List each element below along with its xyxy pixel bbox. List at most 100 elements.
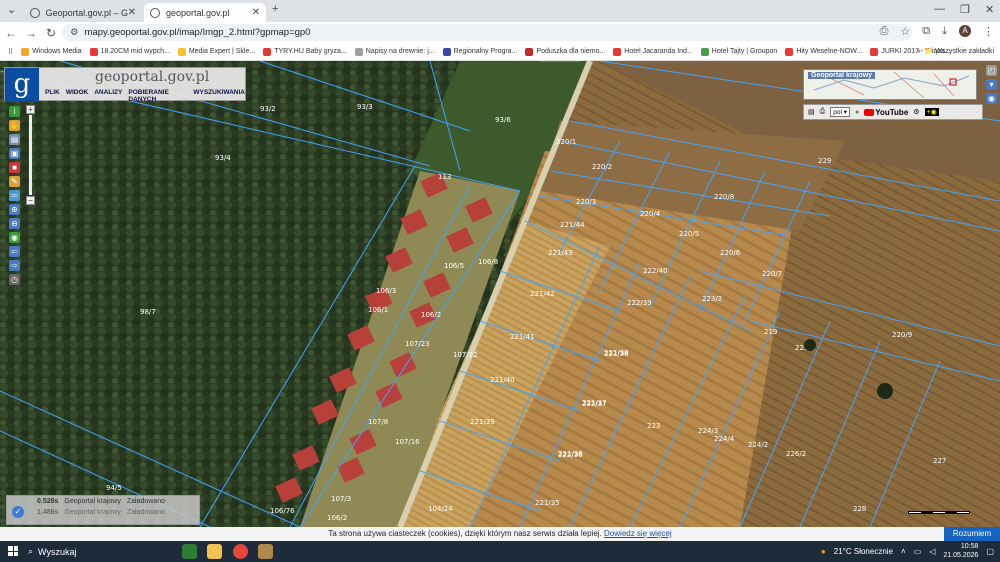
excel-app-icon[interactable] (182, 544, 197, 559)
parcel-label: 93/3 (357, 103, 373, 111)
bookmark-label: Windows Media (32, 48, 82, 55)
tab-geoportal[interactable]: geoportal.gov.pl ✕ (144, 3, 266, 22)
parcel-label: 227 (933, 457, 946, 465)
orthophoto-map[interactable]: 93/2 93/3 93/6 93/4 220/1 220/2 220/3 22… (0, 61, 1000, 527)
geoportal-header: g geoportal.gov.pl PLIK WIDOK ANALIZY PO… (4, 67, 246, 103)
bookmark-5[interactable]: Regionalny Progra... (442, 47, 517, 56)
info-icon[interactable]: i (9, 106, 20, 117)
bookmark-6[interactable]: Poduszka dla niemo... (525, 47, 605, 56)
clock-icon[interactable]: ◷ (9, 274, 20, 285)
close-tab-icon[interactable]: ✕ (252, 7, 260, 18)
forward-icon[interactable]: → (22, 26, 40, 40)
menu-pobieranie-danych[interactable]: POBIERANIE DANYCH (128, 89, 187, 103)
help-icon[interactable]: ● (855, 109, 859, 116)
youtube-link[interactable]: YouTube (864, 108, 908, 117)
profile-avatar[interactable]: A (959, 25, 971, 37)
restore-icon[interactable]: ❐ (960, 3, 970, 16)
close-tab-icon[interactable]: ✕ (128, 7, 136, 18)
ruler-icon[interactable]: ═ (9, 190, 20, 201)
taskbar-search[interactable]: ⌕ Wyszukaj (28, 543, 170, 560)
bookmark-7[interactable]: Hotel Jacaranda Ind... (613, 47, 693, 56)
language-select[interactable]: pol ▾ (830, 107, 850, 117)
windows-start-icon[interactable] (8, 546, 18, 556)
clock[interactable]: 10:58 21.05.2026 (943, 542, 978, 560)
eye-icon[interactable]: ◉ (986, 93, 997, 104)
back-icon[interactable]: ← (2, 26, 20, 40)
url-input[interactable]: ⚙ mapy.geoportal.gov.pl/imap/Imgp_2.html… (62, 24, 912, 41)
bookmark-label: Napisy na drewnie: j... (365, 48, 435, 55)
weather-text[interactable]: 21°C Słonecznie (834, 547, 893, 556)
all-bookmarks[interactable]: » 📁 Wszystkie zakładki (917, 47, 994, 55)
cookie-banner: Ta strona używa ciasteczek (cookies), dz… (0, 527, 1000, 541)
cookie-more-link[interactable]: Dowiedz się więcej (604, 529, 672, 538)
down-arrow-icon[interactable]: ▾ (986, 79, 997, 90)
arrow-left-icon[interactable]: ⇦ (9, 246, 20, 257)
settings-icon[interactable]: ⚙ (913, 108, 919, 116)
bookmark-3[interactable]: TYRY.HU Baby gryza... (263, 47, 347, 56)
bookmark-8[interactable]: Hotel Tajty | Groupon (700, 47, 777, 56)
globe-icon[interactable]: ◉ (9, 232, 20, 243)
layers-icon[interactable]: ▤ (9, 134, 20, 145)
parcel-label: 221/44 (560, 221, 585, 229)
bookmark-star-icon[interactable]: ☆ (900, 25, 910, 38)
notifications-icon[interactable]: ▢ (986, 547, 994, 556)
geoportal-logo[interactable]: g (5, 68, 39, 102)
reload-icon[interactable]: ↻ (42, 26, 60, 40)
menu-widok[interactable]: WIDOK (66, 89, 88, 103)
bookmark-9[interactable]: Hity Weselne-NOW... (785, 47, 862, 56)
bookmark-2[interactable]: Media Expert | Skle... (177, 47, 256, 56)
expand-icon[interactable]: ◰ (986, 65, 997, 76)
parcel-label: 221/39 (470, 418, 495, 426)
map-canvas[interactable]: 93/2 93/3 93/6 93/4 220/1 220/2 220/3 22… (0, 61, 1000, 527)
minimize-icon[interactable]: — (934, 3, 945, 15)
bookmark-4[interactable]: Napisy na drewnie: j... (354, 47, 435, 56)
arrow-right-icon[interactable]: ⇨ (9, 260, 20, 271)
select-icon[interactable]: ▣ (9, 148, 20, 159)
zoom-minus-icon[interactable]: − (26, 196, 35, 205)
extensions-icon[interactable]: ⧉ (922, 25, 930, 38)
apps-icon[interactable]: ⠿ (8, 48, 13, 56)
youtube-icon (864, 108, 875, 116)
bookmark-1[interactable]: 18.20CM mid wypch... (89, 47, 170, 56)
printer-icon[interactable]: ⎙ (820, 108, 826, 116)
volume-icon[interactable]: ◁ (929, 547, 935, 556)
parcel-label: 220/5 (679, 230, 699, 238)
tab-title: geoportal.gov.pl (166, 7, 230, 18)
menu-icon[interactable]: ⋮ (983, 25, 994, 38)
menu-analizy[interactable]: ANALIZY (94, 89, 122, 103)
hand-icon[interactable]: ✋ (9, 120, 20, 131)
zoom-track[interactable] (29, 115, 32, 195)
menu-plik[interactable]: PLIK (45, 89, 60, 103)
zoom-plus-icon[interactable]: + (26, 105, 35, 114)
overview-map[interactable]: Geoportal krajowy (803, 69, 977, 100)
zoom-slider[interactable]: + − (26, 105, 36, 207)
status-row: 0.528s Geoportal krajowy Załadowano (37, 498, 165, 505)
accessibility-icon[interactable]: +◉ (924, 108, 939, 116)
zoom-out-icon[interactable]: ⊖ (9, 218, 20, 229)
bookmark-0[interactable]: Windows Media (21, 47, 82, 56)
file-explorer-icon[interactable] (207, 544, 222, 559)
pencil-icon[interactable]: ✎ (9, 176, 20, 187)
loading-status: ✓ 0.528s Geoportal krajowy Załadowano 1.… (6, 495, 200, 525)
app-icon[interactable] (258, 544, 273, 559)
download-icon[interactable]: ⤓ (942, 25, 947, 38)
parcel-label: 224/4 (714, 435, 735, 443)
parcel-label: 222/38 (604, 350, 629, 358)
network-icon[interactable]: ▭ (914, 547, 922, 556)
cookie-accept-button[interactable]: Rozumiem (944, 527, 1000, 541)
close-window-icon[interactable]: ✕ (985, 3, 994, 16)
tab-geoportal-info[interactable]: Geoportal.gov.pl – Geoportal In ✕ (24, 3, 142, 22)
measure-icon[interactable]: ■ (9, 162, 20, 173)
tab-search-icon[interactable]: ⌄ (7, 3, 16, 16)
zoom-in-icon[interactable]: ⊕ (9, 204, 20, 215)
tray-chevron-icon[interactable]: ˄ (901, 547, 906, 556)
chrome-icon[interactable] (233, 544, 248, 559)
install-icon[interactable]: ⎙ (880, 25, 889, 38)
site-info-icon[interactable]: ⚙ (70, 27, 79, 38)
bookmark-label: Media Expert | Skle... (188, 48, 256, 55)
parcel-label: 223/2 (702, 295, 722, 303)
print-icon[interactable]: ▤ (808, 108, 815, 116)
menu-wyszukiwania[interactable]: WYSZUKIWANIA (193, 89, 245, 103)
bookmark-icon (354, 47, 363, 56)
new-tab-icon[interactable]: + (272, 3, 278, 15)
